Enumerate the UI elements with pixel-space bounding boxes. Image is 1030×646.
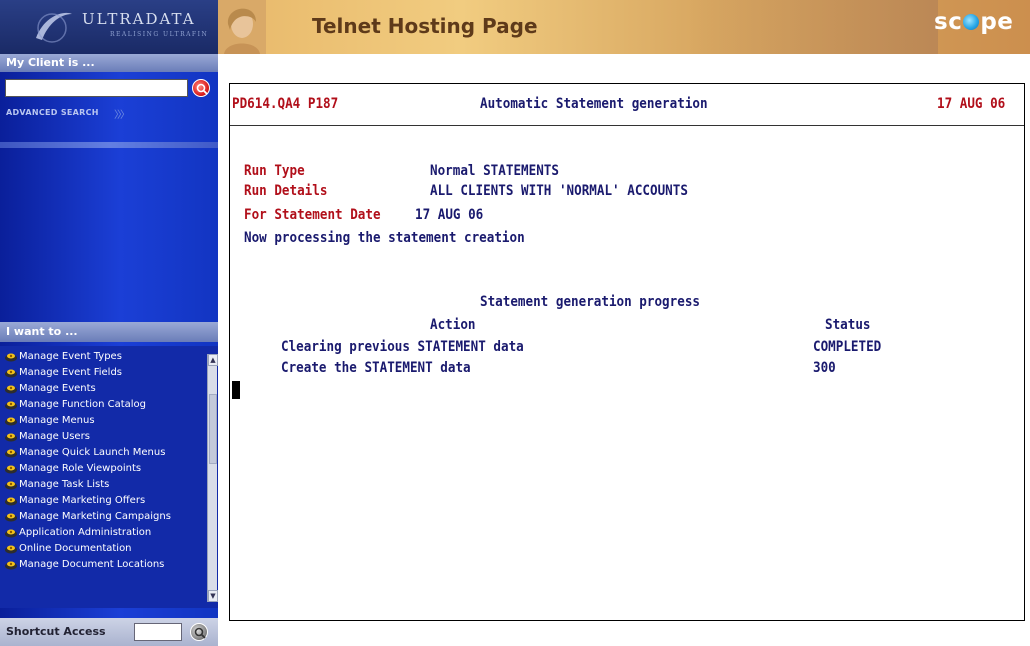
gear-key-icon — [5, 513, 17, 522]
statement-date-label: For Statement Date — [244, 207, 381, 223]
client-search-input[interactable] — [5, 79, 188, 97]
search-icon — [196, 83, 208, 95]
gear-key-icon — [5, 449, 17, 458]
telnet-terminal[interactable]: PD614.QA4 P187 Automatic Statement gener… — [229, 83, 1025, 621]
menu-item[interactable]: Manage Menus — [4, 416, 204, 426]
menu-item[interactable]: Manage Event Fields — [4, 368, 204, 378]
terminal-divider — [230, 125, 1024, 126]
menu-item[interactable]: Manage Quick Launch Menus — [4, 448, 204, 458]
screen-date: 17 AUG 06 — [937, 96, 1006, 112]
menu-item[interactable]: Manage Marketing Offers — [4, 496, 204, 506]
menu-item-label: Manage Document Locations — [19, 559, 165, 570]
task-menu-list: Manage Event Types Manage Event Fields Man… — [4, 352, 204, 576]
menu-item[interactable]: Application Administration — [4, 528, 204, 538]
logo-text: ULTRADATA — [82, 10, 196, 28]
run-details-label: Run Details — [244, 183, 328, 199]
task-menu-panel: Manage Event Types Manage Event Fields Man… — [0, 346, 218, 608]
progress-row-action: Create the STATEMENT data — [281, 360, 471, 376]
menu-item-label: Manage Events — [19, 383, 96, 394]
scroll-up-arrow-icon[interactable]: ▲ — [208, 354, 218, 366]
run-details-value: ALL CLIENTS WITH 'NORMAL' ACCOUNTS — [430, 183, 688, 199]
screen-title: Automatic Statement generation — [480, 96, 708, 112]
gear-key-icon — [5, 481, 17, 490]
menu-item-label: Manage Marketing Offers — [19, 495, 146, 506]
menu-item-label: Online Documentation — [19, 543, 132, 554]
progress-row-status: 300 — [813, 360, 836, 376]
header-decoration — [688, 0, 938, 54]
sidebar: ULTRADATA REALISING ULTRAFIN My Client i… — [0, 0, 218, 646]
scope-globe-icon — [963, 14, 980, 30]
menu-item-label: Manage Users — [19, 431, 90, 442]
statement-date-value: 17 AUG 06 — [415, 207, 484, 223]
shortcut-label: Shortcut Access — [6, 625, 106, 638]
status-column-header: Status — [825, 317, 871, 333]
menu-item[interactable]: Manage Event Types — [4, 352, 204, 362]
gear-key-icon — [5, 369, 17, 378]
user-portrait-image — [218, 0, 266, 54]
gear-key-icon — [5, 417, 17, 426]
menu-item[interactable]: Online Documentation — [4, 544, 204, 554]
menu-item-label: Manage Marketing Campaigns — [19, 511, 171, 522]
page-header: Telnet Hosting Page sc pe — [218, 0, 1030, 54]
menu-item-label: Manage Function Catalog — [19, 399, 147, 410]
search-icon — [194, 627, 206, 639]
run-type-label: Run Type — [244, 163, 305, 179]
menu-item-label: Manage Task Lists — [19, 479, 110, 490]
menu-item[interactable]: Manage Role Viewpoints — [4, 464, 204, 474]
shortcut-bar: Shortcut Access — [0, 618, 218, 646]
client-heading: My Client is ... — [0, 54, 218, 72]
menu-item[interactable]: Manage Marketing Campaigns — [4, 512, 204, 522]
program-id: PD614.QA4 P187 — [232, 96, 339, 112]
menu-item-label: Manage Event Types — [19, 351, 122, 362]
menu-item[interactable]: Manage Events — [4, 384, 204, 394]
menu-item[interactable]: Manage Users — [4, 432, 204, 442]
menu-item[interactable]: Manage Document Locations — [4, 560, 204, 570]
shortcut-input[interactable] — [134, 623, 182, 641]
gear-key-icon — [5, 545, 17, 554]
run-type-value: Normal STATEMENTS — [430, 163, 559, 179]
menu-item-label: Manage Menus — [19, 415, 95, 426]
scope-logo-right: pe — [980, 9, 1014, 35]
gear-key-icon — [5, 561, 17, 570]
scroll-thumb[interactable] — [209, 394, 217, 464]
scroll-down-arrow-icon[interactable]: ▼ — [208, 590, 218, 602]
want-to-heading: I want to ... — [0, 322, 218, 342]
terminal-cursor — [232, 381, 240, 399]
menu-item-label: Manage Quick Launch Menus — [19, 447, 166, 458]
shortcut-go-button[interactable] — [190, 623, 208, 641]
gear-key-icon — [5, 497, 17, 506]
page-title: Telnet Hosting Page — [312, 14, 538, 38]
gear-key-icon — [5, 401, 17, 410]
gear-key-icon — [5, 465, 17, 474]
double-chevron-icon: 〉〉〉 — [114, 110, 130, 121]
gear-key-icon — [5, 433, 17, 442]
sidebar-divider — [0, 142, 218, 148]
progress-title: Statement generation progress — [480, 294, 700, 310]
scope-logo: sc pe — [934, 9, 1013, 35]
menu-scrollbar[interactable]: ▲ ▼ — [207, 354, 218, 602]
client-search-button[interactable] — [192, 79, 210, 97]
logo-swoosh-icon — [36, 12, 72, 43]
progress-row-action: Clearing previous STATEMENT data — [281, 339, 524, 355]
gear-key-icon — [5, 529, 17, 538]
menu-item[interactable]: Manage Task Lists — [4, 480, 204, 490]
menu-item-label: Application Administration — [19, 527, 152, 538]
logo-tagline: REALISING ULTRAFIN — [110, 31, 209, 38]
advanced-search-link[interactable]: ADVANCED SEARCH — [6, 108, 99, 117]
progress-row-status: COMPLETED — [813, 339, 882, 355]
ultradata-logo: ULTRADATA REALISING ULTRAFIN — [0, 0, 218, 54]
action-column-header: Action — [430, 317, 476, 333]
menu-item-label: Manage Event Fields — [19, 367, 123, 378]
menu-item-label: Manage Role Viewpoints — [19, 463, 142, 474]
processing-message: Now processing the statement creation — [244, 230, 525, 246]
gear-key-icon — [5, 353, 17, 362]
menu-item[interactable]: Manage Function Catalog — [4, 400, 204, 410]
scope-logo-left: sc — [934, 9, 963, 35]
gear-key-icon — [5, 385, 17, 394]
